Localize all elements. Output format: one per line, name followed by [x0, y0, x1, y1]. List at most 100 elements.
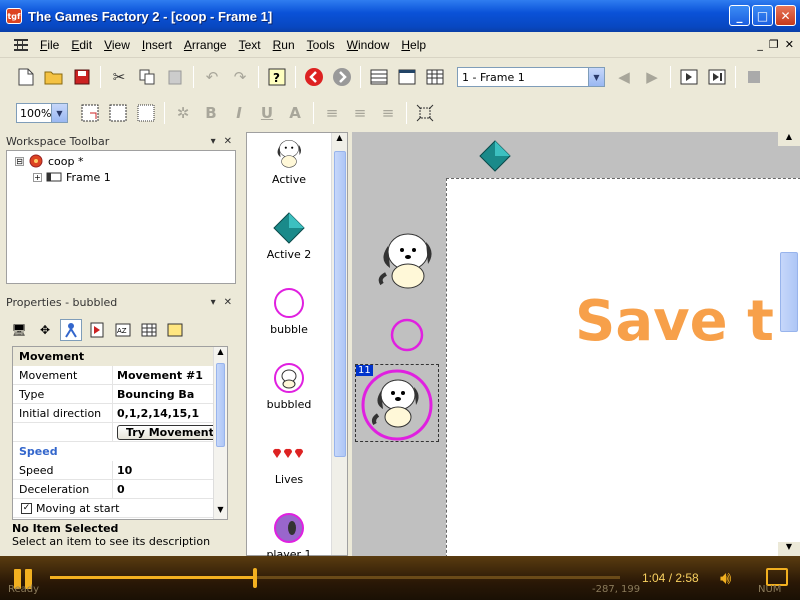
- dog-object[interactable]: [376, 224, 436, 297]
- save-text-object[interactable]: Save t: [575, 289, 774, 354]
- object-item-player-1[interactable]: player 1: [247, 510, 331, 561]
- tab-movement-icon[interactable]: [60, 319, 82, 341]
- underline-icon[interactable]: U: [256, 102, 278, 124]
- object-item-active-2[interactable]: Active 2: [247, 210, 331, 261]
- align-left-icon[interactable]: ≡: [321, 102, 343, 124]
- property-value[interactable]: 0,1,2,14,15,1: [113, 404, 227, 422]
- menu-file[interactable]: File: [34, 38, 65, 52]
- event-editor-icon[interactable]: [424, 66, 446, 88]
- prev-frame-icon[interactable]: ◀: [613, 66, 635, 88]
- align-center-icon[interactable]: ≡: [349, 102, 371, 124]
- scroll-thumb[interactable]: [780, 252, 798, 332]
- frame-editor[interactable]: Save t 11 ▲ ▼: [352, 132, 800, 556]
- tab-about-icon[interactable]: [164, 319, 186, 341]
- panel-close-icon[interactable]: ✕: [224, 297, 232, 308]
- minimize-button[interactable]: _: [729, 5, 750, 26]
- seek-bar[interactable]: [50, 568, 620, 588]
- object-item-bubble[interactable]: bubble: [247, 285, 331, 336]
- frame-dropdown[interactable]: 1 - Frame 1 ▼: [457, 67, 605, 87]
- property-row-deceleration[interactable]: Deceleration 0: [13, 480, 227, 499]
- property-value[interactable]: Bouncing Ba: [113, 385, 227, 403]
- menu-run[interactable]: Run: [267, 38, 301, 52]
- properties-scrollbar[interactable]: ▲ ▼: [213, 347, 227, 519]
- tree-item-coop[interactable]: ⊟ coop *: [15, 153, 235, 169]
- bubble-object[interactable]: [390, 318, 424, 355]
- property-value[interactable]: Movement #1: [113, 366, 227, 384]
- object-item-lives[interactable]: Lives: [247, 435, 331, 486]
- menu-arrange[interactable]: Arrange: [178, 38, 233, 52]
- scroll-up-icon[interactable]: ▲: [332, 133, 347, 147]
- moving-at-start-checkbox[interactable]: ✓: [21, 502, 32, 514]
- try-movement-button[interactable]: Try Movement: [117, 424, 223, 440]
- cut-icon[interactable]: ✂: [108, 66, 130, 88]
- paste-icon[interactable]: [164, 66, 186, 88]
- italic-icon[interactable]: I: [228, 102, 250, 124]
- property-row-movement[interactable]: Movement Movement #1: [13, 366, 227, 385]
- scroll-down-icon[interactable]: ▼: [214, 505, 227, 519]
- show-grid-icon[interactable]: [107, 102, 129, 124]
- frame-editor-icon[interactable]: [396, 66, 418, 88]
- undo-icon[interactable]: ↶: [201, 66, 223, 88]
- pin-icon[interactable]: ▾: [211, 297, 216, 308]
- collapse-icon[interactable]: ⊟: [15, 156, 24, 166]
- expand-icon[interactable]: +: [33, 172, 42, 182]
- app-icon[interactable]: tgf: [6, 8, 22, 24]
- diamond-object[interactable]: [479, 140, 511, 175]
- scroll-down-icon[interactable]: ▼: [778, 542, 800, 556]
- chevron-down-icon[interactable]: ▼: [51, 104, 67, 122]
- menu-grid-icon[interactable]: [14, 38, 28, 52]
- frame-area[interactable]: Save t: [446, 178, 800, 556]
- next-frame-icon[interactable]: ▶: [641, 66, 663, 88]
- property-row-speed[interactable]: Speed 10: [13, 461, 227, 480]
- storyboard-editor-icon[interactable]: [368, 66, 390, 88]
- mdi-minimize-button[interactable]: _: [757, 38, 763, 51]
- menu-text[interactable]: Text: [233, 38, 267, 52]
- run-application-icon[interactable]: [678, 66, 700, 88]
- menu-tools[interactable]: Tools: [301, 38, 341, 52]
- property-value[interactable]: 10: [113, 461, 227, 479]
- tab-values-icon[interactable]: AZ: [112, 319, 134, 341]
- maximize-button[interactable]: □: [752, 5, 773, 26]
- scroll-thumb[interactable]: [216, 363, 225, 447]
- back-red-icon[interactable]: [303, 66, 325, 88]
- chevron-down-icon[interactable]: ▼: [588, 68, 604, 86]
- object-list-scrollbar[interactable]: ▲: [331, 133, 347, 555]
- help-icon[interactable]: ?: [266, 66, 288, 88]
- moving-at-start-row[interactable]: ✓ Moving at start: [13, 499, 227, 518]
- forward-gray-icon[interactable]: [331, 66, 353, 88]
- tab-display-icon[interactable]: 🖥: [8, 319, 30, 341]
- property-row-initial-direction[interactable]: Initial direction 0,1,2,14,15,1: [13, 404, 227, 423]
- text-color-icon[interactable]: A: [284, 102, 306, 124]
- crop-frame-icon[interactable]: [414, 102, 436, 124]
- panel-close-icon[interactable]: ✕: [224, 136, 232, 147]
- volume-icon[interactable]: 🔊︎: [720, 568, 731, 589]
- open-folder-icon[interactable]: [43, 66, 65, 88]
- grid-setup-icon[interactable]: [79, 102, 101, 124]
- menu-insert[interactable]: Insert: [136, 38, 178, 52]
- copy-icon[interactable]: [136, 66, 158, 88]
- zoom-dropdown[interactable]: 100% ▼: [16, 103, 68, 123]
- tab-runtime-options-icon[interactable]: [86, 319, 108, 341]
- property-value[interactable]: 0: [113, 480, 227, 498]
- selected-bubbled-object[interactable]: 11: [355, 364, 439, 442]
- object-item-active[interactable]: Active: [247, 135, 331, 186]
- mdi-restore-button[interactable]: ❐: [769, 38, 779, 51]
- new-file-icon[interactable]: [15, 66, 37, 88]
- seek-handle[interactable]: [253, 568, 258, 588]
- align-right-icon[interactable]: ≡: [377, 102, 399, 124]
- tab-events-icon[interactable]: [138, 319, 160, 341]
- tree-item-frame-1[interactable]: + Frame 1: [33, 169, 235, 185]
- snap-grid-icon[interactable]: [135, 102, 157, 124]
- scroll-up-icon[interactable]: ▲: [214, 347, 227, 361]
- redo-icon[interactable]: ↷: [229, 66, 251, 88]
- tab-size-position-icon[interactable]: ✥: [34, 319, 56, 341]
- font-icon[interactable]: ✲: [172, 102, 194, 124]
- scroll-up-icon[interactable]: ▲: [778, 132, 800, 146]
- close-button[interactable]: ✕: [775, 5, 796, 26]
- save-icon[interactable]: [71, 66, 93, 88]
- menu-help[interactable]: Help: [395, 38, 432, 52]
- mdi-close-button[interactable]: ✕: [785, 38, 794, 51]
- bold-icon[interactable]: B: [200, 102, 222, 124]
- pin-icon[interactable]: ▾: [211, 136, 216, 147]
- menu-view[interactable]: View: [98, 38, 136, 52]
